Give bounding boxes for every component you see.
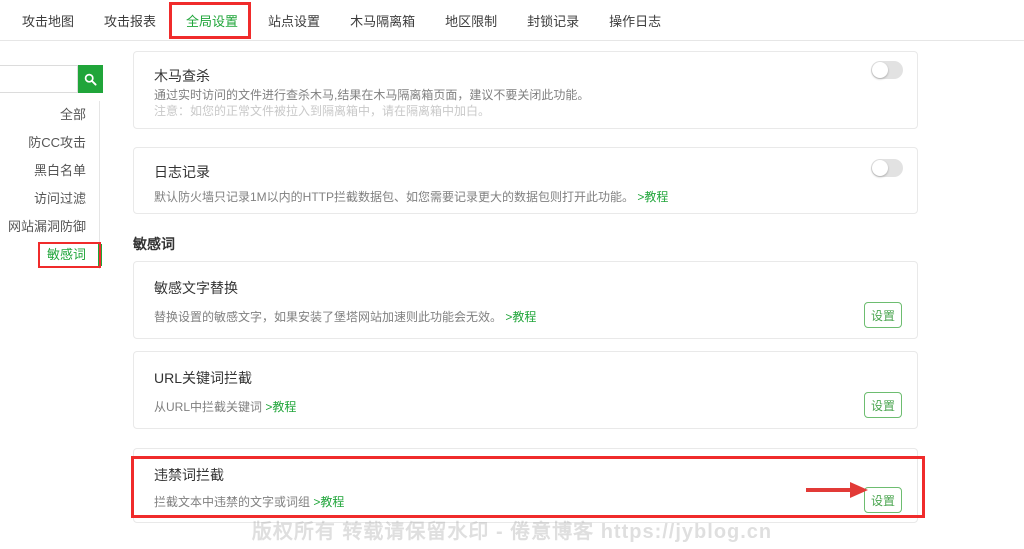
card-note: 注意：如您的正常文件被拉入到隔离箱中，请在隔离箱中加白。	[154, 104, 491, 118]
active-item-indicator	[98, 244, 102, 266]
sidebar-item-all[interactable]: 全部	[0, 101, 99, 129]
settings-button-url-keyword[interactable]: 设置	[864, 392, 902, 418]
sidebar-item-blackwhite-list[interactable]: 黑白名单	[0, 157, 99, 185]
card-title: 敏感文字替换	[154, 280, 238, 296]
sidebar-item-access-filter[interactable]: 访问过滤	[0, 185, 99, 213]
toggle-knob	[872, 160, 888, 176]
tab-global-settings[interactable]: 全局设置	[169, 0, 252, 41]
card-title: 日志记录	[154, 164, 210, 180]
card-forbidden-word-intercept: 违禁词拦截 拦截文本中违禁的文字或词组 >教程 设置	[133, 448, 918, 523]
top-nav: 攻击地图 攻击报表 全局设置 站点设置 木马隔离箱 地区限制 封锁记录 操作日志	[0, 0, 1024, 41]
card-description: 拦截文本中违禁的文字或词组 >教程	[154, 493, 344, 510]
card-description-text: 拦截文本中违禁的文字或词组	[154, 495, 311, 509]
settings-button-sensitive-text[interactable]: 设置	[864, 302, 902, 328]
search-icon	[84, 73, 97, 86]
tab-block-records[interactable]: 封锁记录	[527, 0, 579, 41]
card-description: 默认防火墙只记录1M以内的HTTP拦截数据包、如您需要记录更大的数据包则打开此功…	[154, 188, 668, 205]
tab-site-settings[interactable]: 站点设置	[268, 0, 320, 41]
card-description-text: 替换设置的敏感文字，如果安装了堡塔网站加速则此功能会无效。	[154, 310, 503, 324]
card-description: 通过实时访问的文件进行查杀木马,结果在木马隔离箱页面，建议不要关闭此功能。	[154, 88, 590, 102]
search-input[interactable]	[0, 65, 78, 93]
tab-attack-report[interactable]: 攻击报表	[104, 0, 156, 41]
tutorial-link[interactable]: >教程	[265, 400, 296, 414]
tab-global-settings-label: 全局设置	[186, 13, 239, 29]
card-description: 从URL中拦截关键词 >教程	[154, 398, 296, 415]
firewall-settings-page: 攻击地图 攻击报表 全局设置 站点设置 木马隔离箱 地区限制 封锁记录 操作日志…	[0, 0, 1024, 549]
card-sensitive-text-replace: 敏感文字替换 替换设置的敏感文字，如果安装了堡塔网站加速则此功能会无效。 >教程…	[133, 261, 918, 339]
sidebar-item-anti-cc[interactable]: 防CC攻击	[0, 129, 99, 157]
card-trojan-scan: 木马查杀 通过实时访问的文件进行查杀木马,结果在木马隔离箱页面，建议不要关闭此功…	[133, 51, 918, 129]
sidebar-item-sensitive-words[interactable]: 敏感词	[0, 241, 102, 269]
card-title: 违禁词拦截	[154, 467, 224, 483]
card-description-text: 默认防火墙只记录1M以内的HTTP拦截数据包、如您需要记录更大的数据包则打开此功…	[154, 190, 635, 204]
card-description-text: 从URL中拦截关键词	[154, 400, 263, 414]
tutorial-link[interactable]: >教程	[637, 190, 668, 204]
sidebar-menu: 全部 防CC攻击 黑白名单 访问过滤 网站漏洞防御 敏感词	[0, 101, 102, 269]
logging-toggle[interactable]	[871, 159, 903, 177]
active-tab-underline	[199, 35, 226, 39]
tab-attack-map[interactable]: 攻击地图	[22, 0, 74, 41]
section-title-sensitive-words: 敏感词	[133, 236, 175, 252]
tutorial-link[interactable]: >教程	[313, 495, 344, 509]
tab-operation-log[interactable]: 操作日志	[609, 0, 661, 41]
toggle-knob	[872, 62, 888, 78]
card-url-keyword-intercept: URL关键词拦截 从URL中拦截关键词 >教程 设置	[133, 351, 918, 429]
sidebar-item-vuln-defense[interactable]: 网站漏洞防御	[0, 213, 99, 241]
card-logging: 日志记录 默认防火墙只记录1M以内的HTTP拦截数据包、如您需要记录更大的数据包…	[133, 147, 918, 214]
tab-trojan-quarantine[interactable]: 木马隔离箱	[350, 0, 415, 41]
settings-button-forbidden-word[interactable]: 设置	[864, 487, 902, 513]
trojan-scan-toggle[interactable]	[871, 61, 903, 79]
card-title: URL关键词拦截	[154, 370, 253, 386]
tab-region-limit[interactable]: 地区限制	[445, 0, 497, 41]
card-title: 木马查杀	[154, 68, 210, 84]
card-description: 替换设置的敏感文字，如果安装了堡塔网站加速则此功能会无效。 >教程	[154, 308, 536, 325]
search-button[interactable]	[78, 65, 103, 93]
sidebar-item-sensitive-words-label: 敏感词	[46, 247, 86, 262]
tutorial-link[interactable]: >教程	[505, 310, 536, 324]
